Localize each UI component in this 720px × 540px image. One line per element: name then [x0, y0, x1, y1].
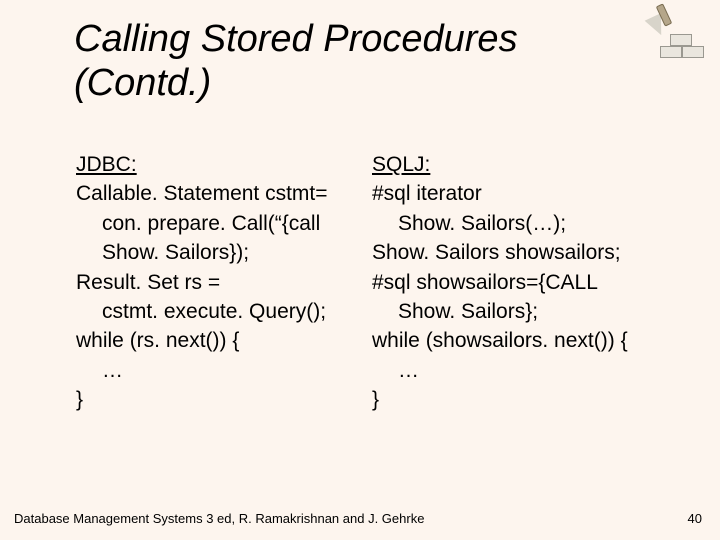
footer-text: Database Management Systems 3 ed, R. Ram… [14, 511, 424, 526]
left-column: JDBC: Callable. Statement cstmt= con. pr… [76, 150, 336, 415]
code-line: } [76, 385, 336, 414]
code-line: while (showsailors. next()) { [372, 326, 632, 355]
content-columns: JDBC: Callable. Statement cstmt= con. pr… [76, 150, 632, 415]
code-line: Show. Sailors}; [372, 297, 632, 326]
code-line: … [76, 356, 336, 385]
sqlj-heading: SQLJ: [372, 150, 632, 179]
code-line: cstmt. execute. Query(); [76, 297, 336, 326]
code-line: #sql showsailors={CALL [372, 268, 632, 297]
jdbc-heading: JDBC: [76, 150, 336, 179]
code-line: Show. Sailors}); [76, 238, 336, 267]
slide: Calling Stored Procedures (Contd.) JDBC:… [0, 0, 720, 540]
slide-title: Calling Stored Procedures (Contd.) [74, 18, 634, 105]
code-line: Result. Set rs = [76, 268, 336, 297]
code-line: } [372, 385, 632, 414]
code-line: Callable. Statement cstmt= [76, 179, 336, 208]
code-line: #sql iterator [372, 179, 632, 208]
code-line: Show. Sailors showsailors; [372, 238, 632, 267]
code-line: Show. Sailors(…); [372, 209, 632, 238]
code-line: … [372, 356, 632, 385]
trowel-bricks-icon [638, 6, 702, 60]
right-column: SQLJ: #sql iterator Show. Sailors(…); Sh… [372, 150, 632, 415]
code-line: con. prepare. Call(“{call [76, 209, 336, 238]
code-line: while (rs. next()) { [76, 326, 336, 355]
title-line-2: (Contd.) [74, 62, 211, 104]
page-number: 40 [688, 511, 702, 526]
title-line-1: Calling Stored Procedures [74, 18, 518, 60]
